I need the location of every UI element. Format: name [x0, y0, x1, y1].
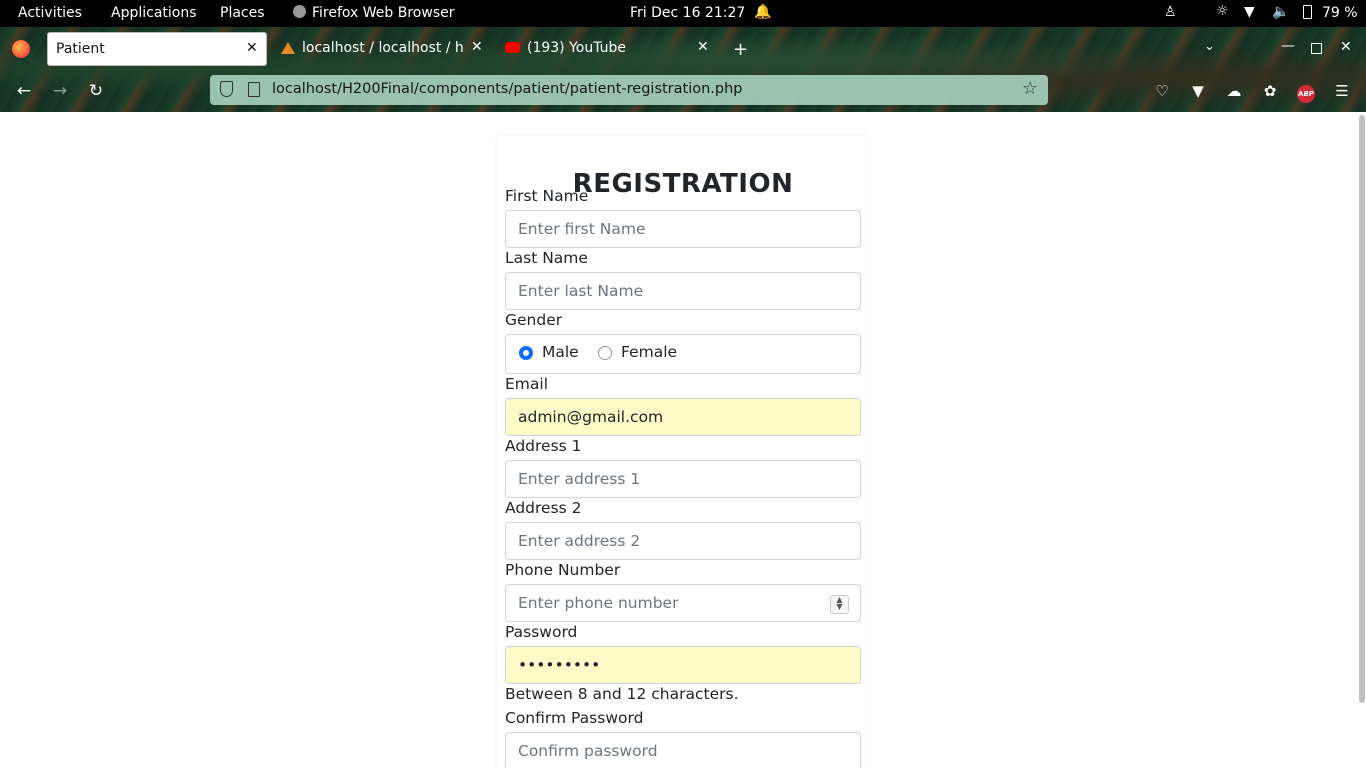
scrollbar[interactable] — [1358, 112, 1366, 768]
scrollbar-thumb[interactable] — [1359, 115, 1365, 703]
male-radio[interactable] — [519, 346, 533, 360]
url-bar[interactable]: localhost/H200Final/components/patient/p… — [210, 75, 1048, 105]
tab-list-chevron-icon[interactable]: ⌄ — [1204, 39, 1215, 54]
pocket-icon[interactable]: ♡ — [1152, 81, 1172, 101]
last-name-field[interactable] — [505, 272, 861, 310]
bell-icon[interactable]: 🔔 — [754, 4, 771, 20]
minimize-icon[interactable]: — — [1281, 38, 1295, 54]
address2-label: Address 2 — [505, 499, 582, 517]
confirm-password-field[interactable] — [505, 732, 861, 768]
app-name: Firefox Web Browser — [312, 5, 455, 21]
last-name-label: Last Name — [505, 249, 588, 267]
vue-devtools-icon[interactable]: ▼ — [1188, 81, 1208, 101]
firefox-small-icon — [293, 5, 306, 18]
close-tab-icon[interactable]: ✕ — [697, 39, 709, 55]
email-label: Email — [505, 375, 549, 393]
extension-leaf-icon[interactable]: ✿ — [1260, 81, 1280, 101]
password-label: Password — [505, 623, 578, 641]
accessibility-icon[interactable]: ♙ — [1164, 4, 1177, 20]
reload-button[interactable]: ↻ — [86, 81, 106, 101]
firefox-icon[interactable] — [12, 40, 30, 58]
gender-label: Gender — [505, 311, 563, 329]
firefox-app-menu[interactable]: Firefox Web Browser — [293, 5, 455, 21]
first-name-field[interactable] — [505, 210, 861, 248]
activities-button[interactable]: Activities — [18, 5, 82, 21]
back-button[interactable]: ← — [14, 81, 34, 101]
address1-field[interactable] — [505, 460, 861, 498]
page-viewport: REGISTRATION First Name Last Name Gender… — [0, 112, 1366, 768]
tab-patient[interactable]: Patient ✕ — [47, 32, 267, 66]
battery-percent: 79 % — [1322, 5, 1358, 21]
close-window-icon[interactable]: ✕ — [1340, 39, 1352, 55]
bookmark-star-icon[interactable]: ☆ — [1022, 78, 1038, 99]
adblock-icon[interactable]: ABP — [1296, 81, 1316, 103]
phone-field[interactable] — [505, 584, 861, 622]
password-field[interactable] — [505, 646, 861, 684]
address2-field[interactable] — [505, 522, 861, 560]
shield-icon[interactable] — [220, 81, 233, 97]
gender-group: Male Female — [505, 334, 861, 374]
applications-menu[interactable]: Applications — [111, 5, 197, 21]
forward-button[interactable]: → — [50, 81, 70, 101]
places-menu[interactable]: Places — [220, 5, 265, 21]
address1-label: Address 1 — [505, 437, 582, 455]
clock[interactable]: Fri Dec 16 21:27 — [630, 5, 745, 21]
tab-label: localhost / localhost / hit — [302, 40, 464, 56]
page-icon[interactable] — [248, 82, 260, 97]
phone-stepper[interactable]: ▲ ▼ — [830, 595, 849, 614]
female-radio[interactable] — [598, 346, 612, 360]
brightness-icon[interactable]: ☼ — [1216, 3, 1229, 19]
password-help-text: Between 8 and 12 characters. — [505, 685, 739, 703]
url-text[interactable]: localhost/H200Final/components/patient/p… — [272, 81, 743, 97]
system-top-bar: Activities Applications Places Firefox W… — [0, 0, 1366, 27]
phpmyadmin-icon — [281, 42, 295, 54]
restore-icon[interactable] — [1311, 43, 1322, 54]
youtube-icon — [505, 42, 520, 53]
tab-youtube[interactable]: (193) YouTube ✕ — [505, 32, 715, 66]
browser-chrome: Patient ✕ localhost / localhost / hit ✕ … — [0, 27, 1366, 112]
first-name-label: First Name — [505, 187, 589, 205]
tab-phpmyadmin[interactable]: localhost / localhost / hit ✕ — [280, 32, 490, 66]
tab-label: (193) YouTube — [527, 40, 627, 56]
tab-label: Patient — [56, 41, 105, 57]
close-tab-icon[interactable]: ✕ — [471, 39, 483, 55]
confirm-password-label: Confirm Password — [505, 709, 644, 727]
female-label[interactable]: Female — [621, 343, 677, 361]
male-label[interactable]: Male — [542, 343, 579, 361]
extension-icon[interactable]: ☁ — [1224, 81, 1244, 101]
menu-icon[interactable]: ☰ — [1332, 81, 1352, 101]
battery-icon[interactable] — [1303, 5, 1312, 23]
new-tab-icon[interactable]: + — [733, 39, 748, 60]
close-tab-icon[interactable]: ✕ — [246, 40, 258, 56]
email-field[interactable] — [505, 398, 861, 436]
wifi-icon[interactable]: ▼ — [1244, 4, 1255, 20]
phone-label: Phone Number — [505, 561, 621, 579]
volume-icon[interactable]: 🔈 — [1272, 4, 1289, 20]
